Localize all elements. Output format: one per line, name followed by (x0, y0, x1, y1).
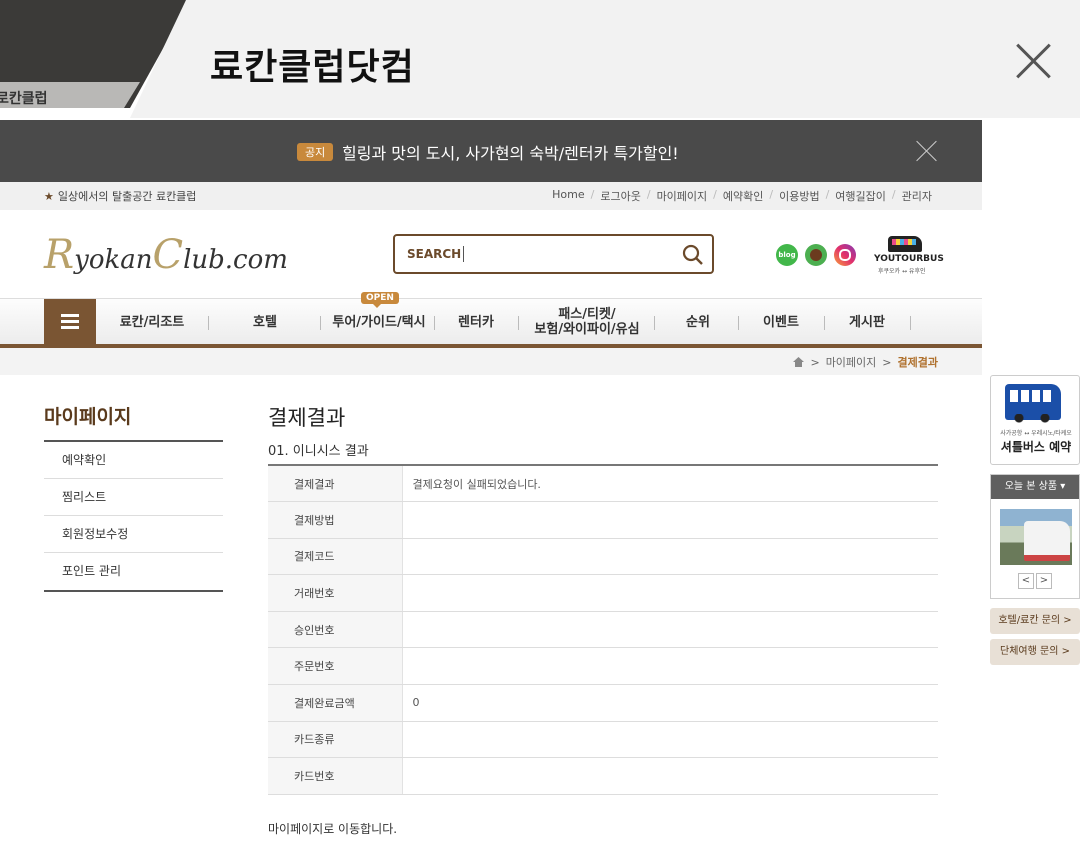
sidebar-title: 마이페이지 (44, 406, 132, 428)
recent-product-image[interactable] (1000, 509, 1072, 565)
search-input[interactable]: SEARCH (393, 234, 714, 274)
util-link-mypage[interactable]: 마이페이지 (651, 188, 714, 204)
breadcrumb-current: 결제결과 (897, 356, 938, 369)
page-title: 결제결과 (268, 406, 346, 430)
table-row: 결제코드 (268, 538, 938, 576)
close-tab-icon[interactable] (1012, 40, 1054, 82)
chevron-right-icon[interactable]: > (1036, 573, 1052, 589)
table-row: 거래번호 (268, 574, 938, 612)
row-label: 거래번호 (268, 574, 403, 612)
table-row: 결제완료금액 0 (268, 684, 938, 722)
util-link-reservation[interactable]: 예약확인 (717, 188, 769, 204)
breadcrumb-mypage[interactable]: 마이페이지 (826, 354, 877, 370)
table-row: 결제결과 결제요청이 실패되었습니다. (268, 465, 938, 503)
row-value (402, 501, 938, 539)
home-icon[interactable] (793, 357, 805, 367)
bus-icon (888, 236, 922, 252)
util-link-home[interactable]: Home (546, 188, 590, 204)
row-label: 결제결과 (268, 465, 403, 503)
nav-pass-ticket[interactable]: 패스/티켓/ 보험/와이파이/유심 (526, 299, 648, 345)
bus-icon (1005, 384, 1061, 423)
util-link-admin[interactable]: 관리자 (896, 188, 938, 204)
instagram-icon[interactable] (834, 244, 856, 266)
nav-ranking[interactable]: 순위 (664, 299, 732, 345)
breadcrumb: > 마이페이지 > 결제결과 (793, 354, 938, 370)
hotel-inquiry-button[interactable]: 호텔/료칸 문의 > (990, 608, 1080, 634)
site-header: RyokanClub.com SEARCH blog YOUTOURBUS 후쿠… (0, 210, 982, 298)
nav-hotel[interactable]: 호텔 (220, 299, 310, 345)
notice-close-icon[interactable] (916, 140, 938, 162)
search-label: SEARCH (407, 247, 462, 261)
shuttle-route: 사가공항 ↔ 우레시노/타케오 (1000, 430, 1072, 437)
section-subtitle: 01. 이니시스 결과 (268, 444, 369, 459)
table-row: 결제방법 (268, 501, 938, 539)
slogan-text: 일상에서의 탈출공간 료칸클럽 (57, 190, 197, 203)
main-nav: 료칸/리조트 호텔 투어/가이드/택시 렌터카 패스/티켓/ 보험/와이파이/유… (0, 298, 982, 348)
open-badge: OPEN (361, 292, 399, 308)
row-value (402, 647, 938, 686)
browser-tab-bar: 로칸클럽 료칸클럽닷컴 (0, 0, 1080, 120)
sidebar-item-reservation[interactable]: 예약확인 (44, 442, 223, 479)
row-value (402, 721, 938, 759)
row-label: 결제코드 (268, 538, 403, 576)
notice-text[interactable]: 힐링과 맛의 도시, 사가현의 숙박/렌터카 특가할인! (342, 140, 679, 164)
row-value (402, 538, 938, 576)
row-value: 0 (402, 684, 938, 722)
youtourbus-logo[interactable]: YOUTOURBUS 후쿠오카 ↔ 유후인 (874, 236, 944, 276)
utility-bar: ★ 일상에서의 탈출공간 료칸클럽 Home / 로그아웃 / 마이페이지 / 예약확인… (0, 182, 982, 210)
row-label: 주문번호 (268, 647, 403, 686)
breadcrumb-strip: > 마이페이지 > 결제결과 (0, 348, 982, 375)
slogan: ★ 일상에서의 탈출공간 료칸클럽 (44, 188, 196, 204)
shuttle-bus-banner[interactable]: 사가공항 ↔ 우레시노/타케오 셔틀버스 예약 (990, 375, 1080, 465)
inactive-tab-label: 로칸클럽 (0, 91, 48, 107)
payment-result-table: 결제결과 결제요청이 실패되었습니다. 결제방법 결제코드 거래번호 승인번호 주… (268, 464, 938, 795)
sidebar-item-wishlist[interactable]: 찜리스트 (44, 479, 223, 516)
nav-rentacar[interactable]: 렌터카 (440, 299, 512, 345)
menu-icon[interactable] (44, 299, 96, 345)
notice-badge: 공지 (297, 143, 334, 161)
util-link-guide[interactable]: 여행길잡이 (829, 188, 892, 204)
kakao-icon[interactable] (805, 244, 827, 266)
row-value (402, 574, 938, 612)
sidebar-menu: 예약확인 찜리스트 회원정보수정 포인트 관리 (44, 440, 223, 592)
row-label: 결제방법 (268, 501, 403, 539)
nav-event[interactable]: 이벤트 (746, 299, 816, 345)
row-label: 카드종류 (268, 721, 403, 759)
notice-bar: 공지 힐링과 맛의 도시, 사가현의 숙박/렌터카 특가할인! (0, 120, 982, 182)
star-icon: ★ (44, 190, 54, 203)
utility-links: Home / 로그아웃 / 마이페이지 / 예약확인 / 이용방법 / 여행길잡이 / 관리… (546, 188, 938, 204)
search-icon[interactable] (682, 244, 704, 266)
row-label: 결제완료금액 (268, 684, 403, 722)
blog-icon[interactable]: blog (776, 244, 798, 266)
sidebar-item-points[interactable]: 포인트 관리 (44, 553, 223, 590)
row-value: 결제요청이 실패되었습니다. (402, 465, 938, 503)
util-link-logout[interactable]: 로그아웃 (594, 188, 646, 204)
sidebar-item-edit-profile[interactable]: 회원정보수정 (44, 516, 223, 553)
row-value (402, 611, 938, 649)
active-tab-title: 료칸클럽닷컴 (210, 47, 415, 88)
chevron-left-icon[interactable]: < (1018, 573, 1034, 589)
group-inquiry-button[interactable]: 단체여행 문의 > (990, 639, 1080, 665)
shuttle-label: 셔틀버스 예약 (1000, 440, 1072, 454)
table-row: 카드번호 (268, 757, 938, 795)
site-logo[interactable]: RyokanClub.com (44, 232, 288, 278)
row-value (402, 757, 938, 795)
table-row: 카드종류 (268, 721, 938, 759)
table-row: 승인번호 (268, 611, 938, 649)
nav-ryokan-resort[interactable]: 료칸/리조트 (104, 299, 200, 345)
row-label: 카드번호 (268, 757, 403, 795)
redirect-message: 마이페이지로 이동합니다. (268, 822, 398, 836)
table-row: 주문번호 (268, 647, 938, 686)
row-label: 승인번호 (268, 611, 403, 649)
nav-board[interactable]: 게시판 (832, 299, 902, 345)
recently-viewed-title[interactable]: 오늘 본 상품 ▾ (991, 475, 1079, 499)
util-link-howto[interactable]: 이용방법 (773, 188, 825, 204)
recently-viewed: 오늘 본 상품 ▾ < > (990, 474, 1080, 599)
search-caret (463, 246, 464, 262)
